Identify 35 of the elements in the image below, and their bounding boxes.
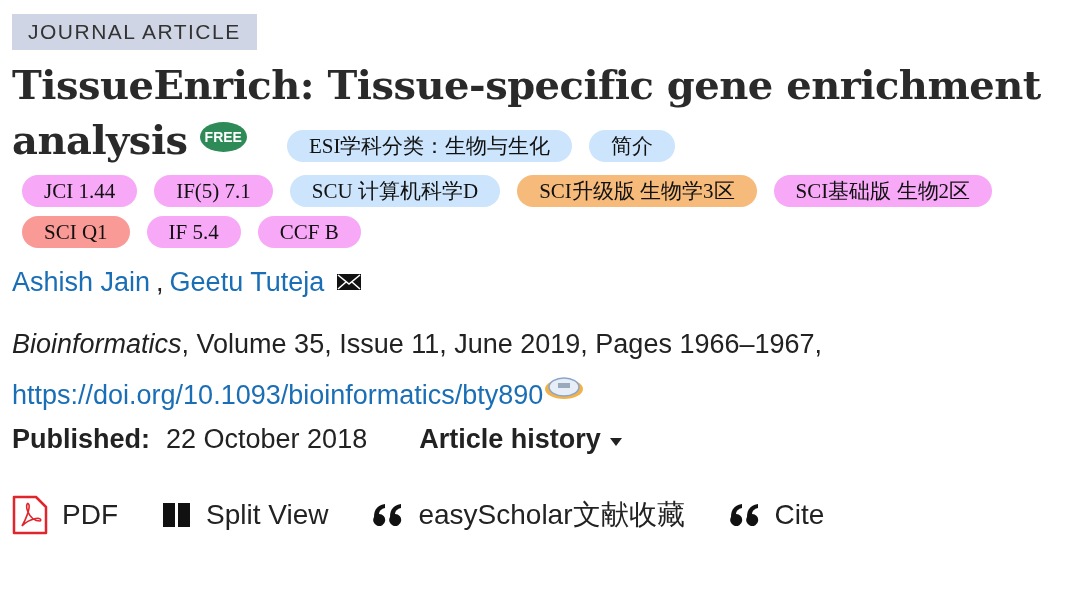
published-date: 22 October 2018 [166,423,368,457]
action-label: Split View [206,497,329,532]
action-label: Cite [774,497,825,532]
published-label: Published: [12,423,150,457]
tag[interactable]: SCI Q1 [22,215,130,248]
action-label: PDF [62,497,118,532]
doi-link[interactable]: https://doi.org/10.1093/bioinformatics/bty890 [12,374,544,416]
article-type-label: JOURNAL ARTICLE [12,14,257,50]
separator: , [156,265,164,299]
tag[interactable]: JCI 1.44 [22,174,138,207]
tag[interactable]: SCI基础版 生物2区 [773,174,992,207]
action-link[interactable]: Split View [162,493,329,536]
free-badge: FREE [199,122,247,152]
article-title: TissueEnrich: Tissue-specific gene enrichment [12,60,1042,110]
article-title: analysis [12,116,188,163]
article-history-link[interactable]: Article history [419,419,601,460]
tag[interactable]: 简介 [589,129,676,162]
tag[interactable]: ESI学科分类：生物与生化 [286,129,573,162]
email-icon[interactable] [336,271,363,292]
action-link[interactable]: easyScholar文献收藏 [372,493,685,536]
quote-icon [728,502,761,527]
action-link[interactable]: PDF [12,493,118,536]
tag[interactable]: IF 5.4 [146,215,241,248]
citation-text: Bioinformatics, Volume 35, Issue 11, June 2019, Pages 1966–1967, [12,328,824,362]
author-link[interactable]: Geetu Tuteja [169,261,325,303]
tag[interactable]: SCU 计算机科学D [289,174,501,207]
caret-icon[interactable] [608,437,623,448]
pdf-icon [12,494,48,535]
action-label: easyScholar文献收藏 [418,497,685,532]
tag[interactable]: IF(5) 7.1 [154,174,273,207]
split-view-icon [162,501,192,528]
action-link[interactable]: Cite [728,493,825,536]
author-link[interactable]: Ashish Jain [12,261,151,303]
tag[interactable]: CCF B [257,215,361,248]
tag[interactable]: SCI升级版 生物学3区 [517,174,757,207]
